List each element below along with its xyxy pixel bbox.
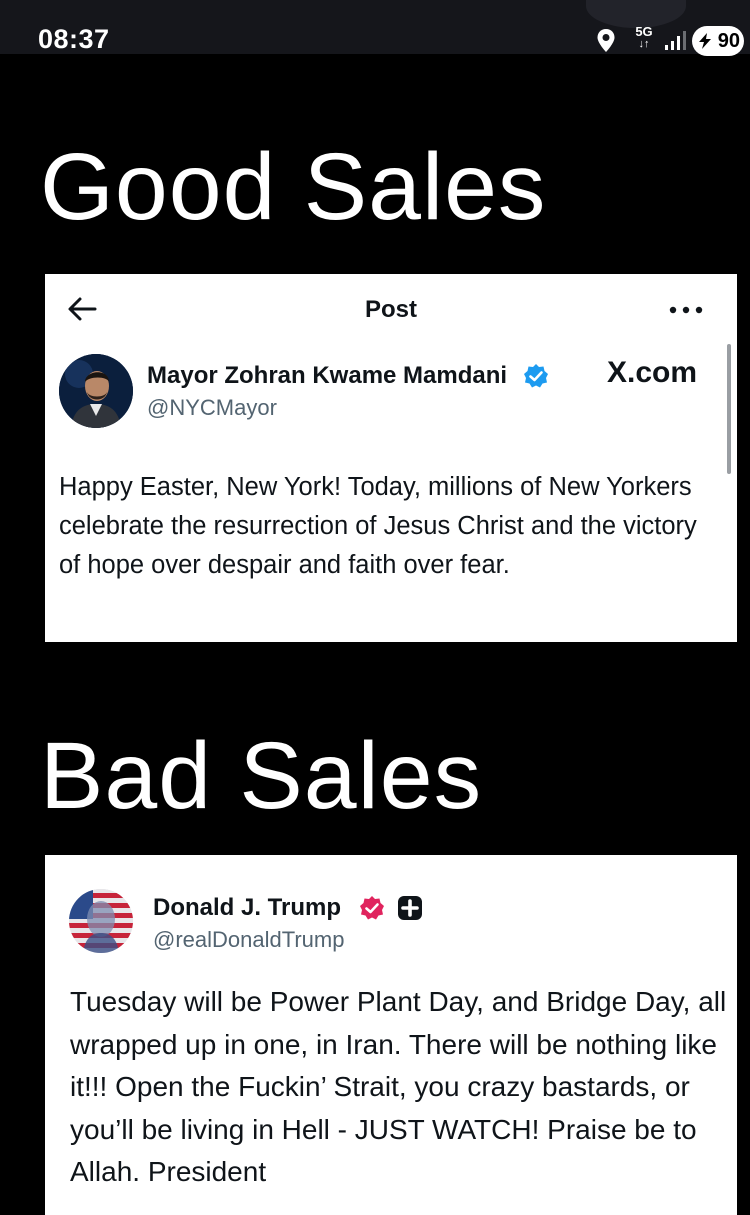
- source-label: X.com: [607, 356, 698, 389]
- signal-icon: [665, 31, 686, 50]
- government-badge-icon: [398, 896, 422, 920]
- verified-badge-icon: [524, 364, 548, 388]
- network-indicator: 5G ↓↑: [634, 24, 654, 50]
- avatar[interactable]: [59, 354, 133, 428]
- avatar[interactable]: [69, 889, 133, 953]
- post-text: Happy Easter, New York! Today, millions …: [59, 473, 697, 579]
- post-card-trump: Donald J. Trump @realDonaldTrump Tuesday…: [45, 855, 737, 1215]
- data-arrows-icon: ↓↑: [638, 38, 650, 50]
- more-options-icon[interactable]: [669, 306, 703, 314]
- verified-badge-icon: [360, 896, 384, 920]
- bad-sales-heading: Bad Sales: [40, 723, 483, 829]
- status-time: 08:37: [38, 24, 110, 54]
- user-handle[interactable]: @NYCMayor: [147, 395, 277, 421]
- post-text: Tuesday will be Power Plant Day, and Bri…: [70, 986, 727, 1187]
- good-sales-heading: Good Sales: [40, 134, 547, 240]
- display-name[interactable]: Donald J. Trump: [153, 894, 341, 922]
- location-icon: [597, 29, 615, 52]
- scrollbar[interactable]: [727, 344, 731, 474]
- charging-bolt-icon: [699, 33, 711, 49]
- battery-level: 90: [717, 30, 740, 52]
- status-bar: 08:37 5G ↓↑ 90: [0, 0, 750, 56]
- user-handle[interactable]: @realDonaldTrump: [153, 927, 344, 953]
- post-card-mamdani: Post Mayor Zohran Kwame Mamdani @NYCMayo…: [45, 274, 737, 642]
- post-header-title: Post: [364, 296, 417, 323]
- network-type-label: 5G: [635, 24, 653, 39]
- battery-icon: 90: [692, 26, 744, 56]
- display-name[interactable]: Mayor Zohran Kwame Mamdani: [147, 362, 507, 390]
